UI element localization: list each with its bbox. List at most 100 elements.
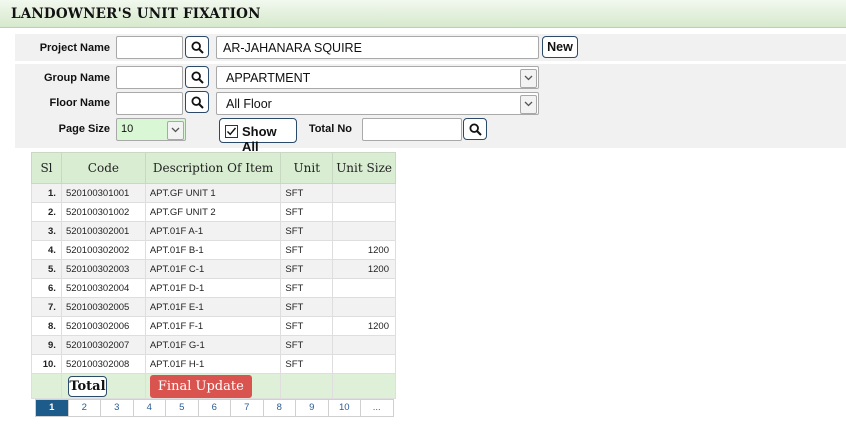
cell-description: APT.01F H-1	[144, 354, 282, 374]
project-search-button[interactable]	[185, 36, 209, 58]
table-row[interactable]: 10. 520100302008 APT.01F H-1 SFT	[31, 354, 396, 374]
page-link-5[interactable]: 5	[166, 400, 199, 416]
checkbox-checked-icon[interactable]	[225, 125, 238, 138]
cell-unit-size[interactable]	[332, 297, 396, 317]
table-row[interactable]: 3. 520100302001 APT.01F A-1 SFT	[31, 221, 396, 241]
cell-sl: 8.	[31, 316, 62, 336]
table-row[interactable]: 6. 520100302004 APT.01F D-1 SFT	[31, 278, 396, 298]
search-icon	[191, 71, 204, 84]
chevron-down-icon[interactable]	[167, 121, 184, 140]
floor-code-input[interactable]	[116, 92, 183, 115]
pagination: 1 2 3 4 5 6 7 8 9 10 ...	[35, 399, 394, 417]
cell-description: APT.GF UNIT 1	[144, 183, 282, 203]
cell-code: 520100302001	[60, 221, 146, 241]
cell-unit: SFT	[280, 316, 334, 336]
cell-unit-size[interactable]: 1200	[332, 316, 396, 336]
search-icon	[469, 123, 482, 136]
column-header-code[interactable]: Code	[60, 152, 146, 184]
project-name-label: Project Name	[39, 42, 110, 54]
cell-sl: 1.	[31, 183, 62, 203]
cell-description: APT.01F C-1	[144, 259, 282, 279]
page-link-6[interactable]: 6	[199, 400, 231, 416]
cell-unit-size[interactable]	[332, 354, 396, 374]
new-button-label: New	[547, 40, 573, 54]
page-link-10[interactable]: 10	[329, 400, 361, 416]
table-row[interactable]: 9. 520100302007 APT.01F G-1 SFT	[31, 335, 396, 355]
show-all-toggle[interactable]: Show All	[219, 118, 297, 154]
group-code-input[interactable]	[116, 66, 183, 89]
floor-select[interactable]: All Floor	[216, 92, 539, 115]
cell-unit-size[interactable]	[332, 183, 396, 203]
cell-unit: SFT	[280, 297, 334, 317]
total-no-field[interactable]	[362, 118, 462, 141]
cell-description: APT.01F B-1	[144, 240, 282, 260]
cell-unit: SFT	[280, 202, 334, 222]
search-icon	[191, 41, 204, 54]
page-link-1[interactable]: 1	[36, 400, 69, 416]
chevron-down-icon[interactable]	[520, 95, 537, 114]
group-search-button[interactable]	[185, 66, 209, 88]
total-no-label: Total No	[308, 123, 352, 135]
table-row[interactable]: 8. 520100302006 APT.01F F-1 SFT 1200	[31, 316, 396, 336]
cell-unit-size[interactable]	[332, 221, 396, 241]
page-link-4[interactable]: 4	[134, 400, 166, 416]
table-row[interactable]: 1. 520100301001 APT.GF UNIT 1 SFT	[31, 183, 396, 203]
cell-code: 520100302002	[60, 240, 146, 260]
cell-unit: SFT	[280, 335, 334, 355]
cell-code: 520100301001	[60, 183, 146, 203]
floor-search-button[interactable]	[185, 91, 209, 113]
cell-unit: SFT	[280, 240, 334, 260]
cell-unit-size[interactable]	[332, 278, 396, 298]
table-row[interactable]: 2. 520100301002 APT.GF UNIT 2 SFT	[31, 202, 396, 222]
group-select-value: APPARTMENT	[226, 71, 311, 85]
page-header: LANDOWNER'S UNIT FIXATION	[0, 0, 846, 28]
table-row[interactable]: 4. 520100302002 APT.01F B-1 SFT 1200	[31, 240, 396, 260]
column-header-unit-size[interactable]: Unit Size	[332, 152, 396, 184]
cell-unit-size[interactable]	[332, 335, 396, 355]
cell-description: APT.01F E-1	[144, 297, 282, 317]
page-link-3[interactable]: 3	[101, 400, 134, 416]
cell-sl: 7.	[31, 297, 62, 317]
grid-header-row: Sl Code Description Of Item Unit Unit Si…	[31, 152, 396, 184]
page-size-label: Page Size	[58, 123, 110, 135]
column-header-description[interactable]: Description Of Item	[144, 152, 282, 184]
page-link-2[interactable]: 2	[69, 400, 101, 416]
table-row[interactable]: 5. 520100302003 APT.01F C-1 SFT 1200	[31, 259, 396, 279]
project-name-field[interactable]	[216, 36, 539, 59]
group-select[interactable]: APPARTMENT	[216, 66, 539, 89]
cell-code: 520100302005	[60, 297, 146, 317]
cell-sl: 5.	[31, 259, 62, 279]
page-link-8[interactable]: 8	[264, 400, 296, 416]
group-name-label: Group Name	[43, 72, 110, 84]
new-button[interactable]: New	[542, 36, 578, 58]
column-header-sl[interactable]: Sl	[31, 152, 62, 184]
cell-sl: 3.	[31, 221, 62, 241]
cell-sl: 6.	[31, 278, 62, 298]
footer-cell-description: Final Update	[144, 373, 282, 399]
cell-description: APT.01F D-1	[144, 278, 282, 298]
cell-code: 520100302007	[60, 335, 146, 355]
cell-unit: SFT	[280, 221, 334, 241]
page-link-9[interactable]: 9	[296, 400, 329, 416]
page-link-more[interactable]: ...	[361, 400, 393, 416]
cell-sl: 2.	[31, 202, 62, 222]
cell-description: APT.01F A-1	[144, 221, 282, 241]
show-all-label: Show All	[242, 124, 277, 154]
cell-unit-size[interactable]	[332, 202, 396, 222]
cell-unit-size[interactable]: 1200	[332, 259, 396, 279]
project-code-input[interactable]	[116, 36, 183, 59]
final-update-button[interactable]: Final Update	[149, 375, 252, 398]
cell-code: 520100302004	[60, 278, 146, 298]
total-button[interactable]: Total	[67, 376, 107, 397]
chevron-down-icon[interactable]	[520, 69, 537, 88]
cell-unit-size[interactable]: 1200	[332, 240, 396, 260]
page-link-7[interactable]: 7	[231, 400, 264, 416]
floor-name-label: Floor Name	[49, 97, 110, 109]
total-search-button[interactable]	[463, 118, 487, 140]
total-button-label: Total	[69, 379, 106, 394]
column-header-unit[interactable]: Unit	[280, 152, 334, 184]
table-row[interactable]: 7. 520100302005 APT.01F E-1 SFT	[31, 297, 396, 317]
cell-unit: SFT	[280, 354, 334, 374]
cell-description: APT.01F F-1	[144, 316, 282, 336]
page-size-select[interactable]: 10	[116, 118, 186, 141]
